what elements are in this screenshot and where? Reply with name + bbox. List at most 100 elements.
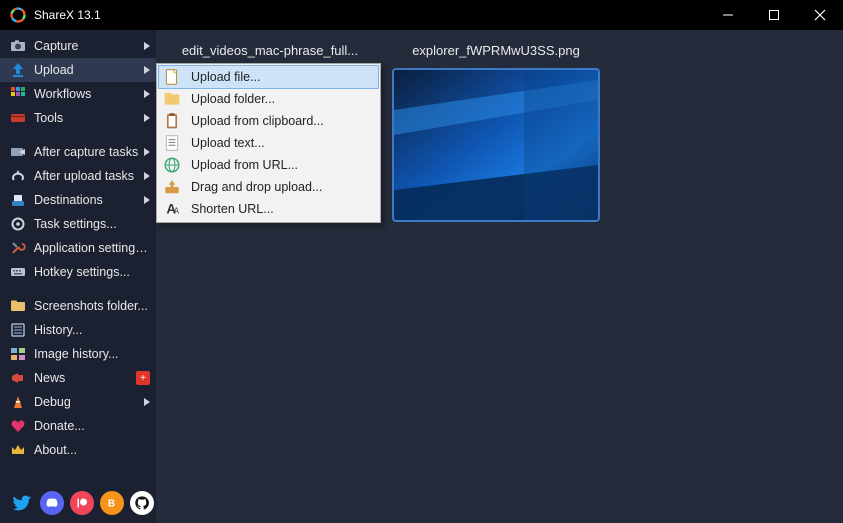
sidebar-item-task-settings[interactable]: Task settings... xyxy=(0,212,156,236)
shorten-icon: AA xyxy=(163,200,181,218)
sidebar-item-after-capture[interactable]: After capture tasks xyxy=(0,140,156,164)
submenu-item-label: Upload from clipboard... xyxy=(191,114,324,128)
crown-icon xyxy=(10,442,26,458)
history-icon xyxy=(10,322,26,338)
workflows-icon xyxy=(10,86,26,102)
chevron-right-icon xyxy=(142,172,150,180)
minimize-button[interactable] xyxy=(705,0,751,30)
chevron-right-icon xyxy=(142,90,150,98)
file-name: explorer_fWPRMwU3SS.png xyxy=(390,40,602,62)
sidebar-item-after-upload[interactable]: After upload tasks xyxy=(0,164,156,188)
submenu-item-upload-folder[interactable]: Upload folder... xyxy=(159,88,378,110)
sidebar-item-debug[interactable]: Debug xyxy=(0,390,156,414)
sidebar-item-workflows[interactable]: Workflows xyxy=(0,82,156,106)
submenu-item-label: Shorten URL... xyxy=(191,202,274,216)
after-upload-icon xyxy=(10,168,26,184)
sidebar-item-label: Debug xyxy=(34,395,142,409)
sidebar-item-label: Image history... xyxy=(34,347,150,361)
folder-icon xyxy=(10,298,26,314)
sidebar-item-label: After capture tasks xyxy=(34,145,142,159)
sidebar-item-news[interactable]: News + xyxy=(0,366,156,390)
submenu-item-label: Drag and drop upload... xyxy=(191,180,322,194)
github-button[interactable] xyxy=(130,491,154,515)
sidebar-item-label: About... xyxy=(34,443,150,457)
sidebar-item-label: Screenshots folder... xyxy=(34,299,150,313)
sidebar-item-app-settings[interactable]: Application settings... xyxy=(0,236,156,260)
submenu-item-label: Upload folder... xyxy=(191,92,275,106)
maximize-button[interactable] xyxy=(751,0,797,30)
sidebar-item-label: After upload tasks xyxy=(34,169,142,183)
submenu-item-upload-file[interactable]: Upload file... xyxy=(159,66,378,88)
titlebar[interactable]: ShareX 13.1 xyxy=(0,0,843,30)
camera-icon xyxy=(10,38,26,54)
sidebar-item-label: Task settings... xyxy=(34,217,150,231)
submenu-item-upload-text[interactable]: Upload text... xyxy=(159,132,378,154)
discord-button[interactable] xyxy=(40,491,64,515)
window-title: ShareX 13.1 xyxy=(34,8,101,22)
sidebar-item-capture[interactable]: Capture xyxy=(0,34,156,58)
sidebar-item-label: Hotkey settings... xyxy=(34,265,150,279)
sidebar-item-destinations[interactable]: Destinations xyxy=(0,188,156,212)
sharex-app-icon xyxy=(10,7,26,23)
wrench-icon xyxy=(10,240,26,256)
content-area[interactable]: edit_videos_mac-phrase_full... explorer_… xyxy=(156,30,843,523)
sidebar-item-image-history[interactable]: Image history... xyxy=(0,342,156,366)
keyboard-icon xyxy=(10,264,26,280)
chevron-right-icon xyxy=(142,42,150,50)
text-icon xyxy=(163,134,181,152)
tools-icon xyxy=(10,110,26,126)
file-thumbnail xyxy=(394,70,598,220)
sidebar-item-about[interactable]: About... xyxy=(0,438,156,462)
app-window: ShareX 13.1 Capture Upload Workflows xyxy=(0,0,843,523)
after-capture-icon xyxy=(10,144,26,160)
close-button[interactable] xyxy=(797,0,843,30)
file-item[interactable]: explorer_fWPRMwU3SS.png xyxy=(390,40,602,220)
submenu-item-drag-drop[interactable]: Drag and drop upload... xyxy=(159,176,378,198)
sidebar-item-label: Application settings... xyxy=(34,241,150,255)
gear-icon xyxy=(10,216,26,232)
submenu-item-label: Upload from URL... xyxy=(191,158,298,172)
patreon-button[interactable] xyxy=(70,491,94,515)
news-badge: + xyxy=(136,371,150,385)
svg-text:B: B xyxy=(108,499,115,510)
destinations-icon xyxy=(10,192,26,208)
submenu-item-upload-clipboard[interactable]: Upload from clipboard... xyxy=(159,110,378,132)
sidebar-item-label: Tools xyxy=(34,111,142,125)
heart-icon xyxy=(10,418,26,434)
sidebar-item-label: Upload xyxy=(34,63,142,77)
megaphone-icon xyxy=(10,370,26,386)
chevron-right-icon xyxy=(142,66,150,74)
file-name: edit_videos_mac-phrase_full... xyxy=(164,40,376,62)
sidebar-item-label: Destinations xyxy=(34,193,142,207)
folder-icon xyxy=(163,90,181,108)
sidebar-item-screenshots-folder[interactable]: Screenshots folder... xyxy=(0,294,156,318)
globe-icon xyxy=(163,156,181,174)
chevron-right-icon xyxy=(142,148,150,156)
sidebar-item-history[interactable]: History... xyxy=(0,318,156,342)
twitter-button[interactable] xyxy=(10,491,34,515)
sidebar-item-upload[interactable]: Upload xyxy=(0,58,156,82)
submenu-item-label: Upload text... xyxy=(191,136,265,150)
upload-icon xyxy=(10,62,26,78)
sidebar-item-label: News xyxy=(34,371,136,385)
chevron-right-icon xyxy=(142,114,150,122)
svg-text:A: A xyxy=(174,207,180,216)
image-history-icon xyxy=(10,346,26,362)
sidebar-item-donate[interactable]: Donate... xyxy=(0,414,156,438)
inbox-icon xyxy=(163,178,181,196)
sidebar: Capture Upload Workflows Tools xyxy=(0,30,156,523)
file-item[interactable]: edit_videos_mac-phrase_full... xyxy=(164,40,376,62)
social-bar: B xyxy=(0,483,156,523)
file-icon xyxy=(163,68,181,86)
submenu-item-upload-url[interactable]: Upload from URL... xyxy=(159,154,378,176)
chevron-right-icon xyxy=(142,398,150,406)
sidebar-item-tools[interactable]: Tools xyxy=(0,106,156,130)
upload-submenu: Upload file... Upload folder... Upload f… xyxy=(156,63,381,223)
submenu-item-shorten-url[interactable]: AA Shorten URL... xyxy=(159,198,378,220)
clipboard-icon xyxy=(163,112,181,130)
sidebar-item-hotkey-settings[interactable]: Hotkey settings... xyxy=(0,260,156,284)
bitcoin-button[interactable]: B xyxy=(100,491,124,515)
submenu-item-label: Upload file... xyxy=(191,70,260,84)
chevron-right-icon xyxy=(142,196,150,204)
sidebar-item-label: Workflows xyxy=(34,87,142,101)
